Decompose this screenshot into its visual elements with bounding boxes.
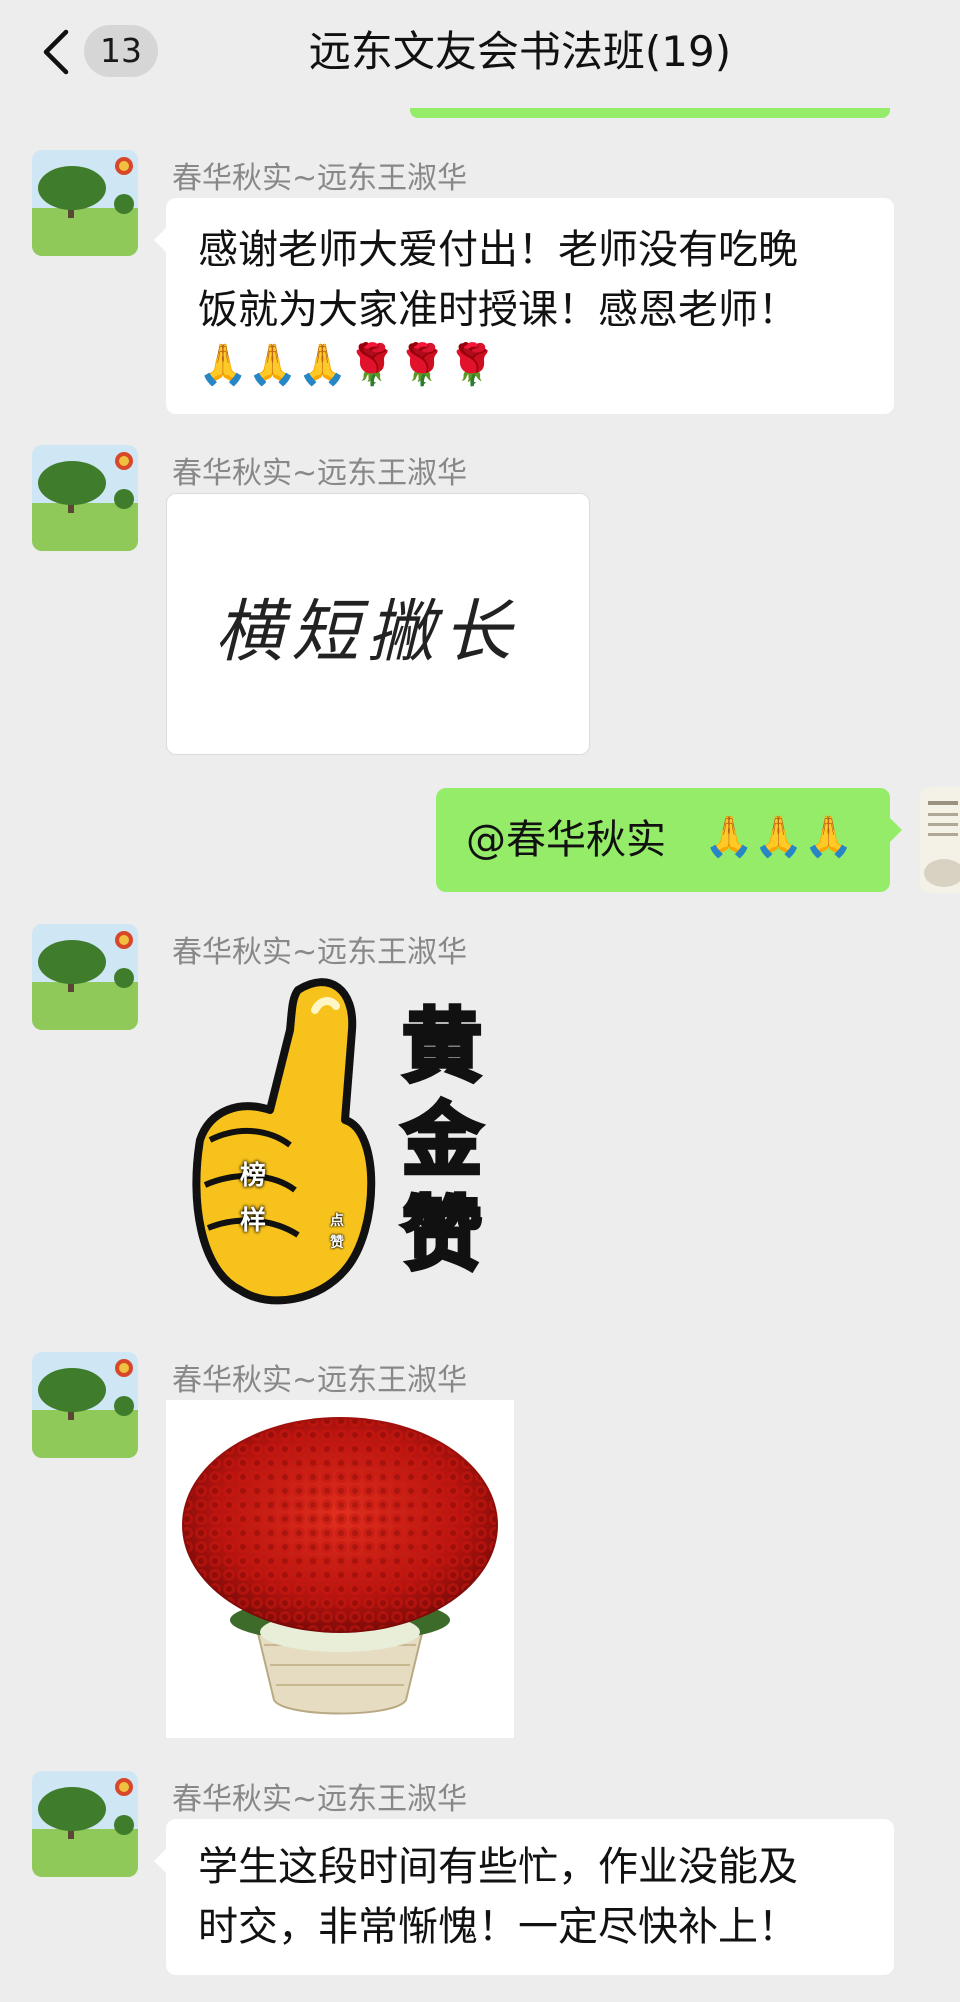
chat-header: 13 远东文友会书法班(19) xyxy=(0,0,960,108)
message-bubble[interactable]: 学生这段时间有些忙，作业没能及 时交，非常惭愧！一定尽快补上！ xyxy=(154,1819,894,1975)
sticker-message[interactable]: 榜 样 点 赞 黄 金 赞 xyxy=(180,970,510,1325)
emoji-row: 🙏🙏🙏 xyxy=(704,814,854,860)
sticker-small-char: 赞 xyxy=(330,1235,344,1251)
sticker-small-char: 点 xyxy=(330,1213,344,1229)
sender-name: 春华秋实~远东王淑华 xyxy=(172,1782,468,1817)
chat-title[interactable]: 远东文友会书法班(19) xyxy=(200,22,840,82)
emoji-row: 🙏🙏🙏🌹🌹🌹 xyxy=(198,342,497,388)
previous-message-bubble[interactable] xyxy=(410,108,890,118)
unread-count-badge[interactable]: 13 xyxy=(84,25,158,77)
self-avatar[interactable] xyxy=(920,787,960,893)
avatar[interactable] xyxy=(32,924,138,1030)
message-text: @春华秋实 xyxy=(466,817,679,863)
image-message[interactable] xyxy=(166,1400,514,1738)
message-text: 感谢老师大爱付出！老师没有吃晚 饭就为大家准时授课！感恩老师！ xyxy=(198,227,798,333)
avatar[interactable] xyxy=(32,150,138,256)
avatar[interactable] xyxy=(32,1352,138,1458)
message-text: 学生这段时间有些忙，作业没能及 时交，非常惭愧！一定尽快补上！ xyxy=(198,1844,798,1950)
message-bubble[interactable]: 感谢老师大爱付出！老师没有吃晚 饭就为大家准时授课！感恩老师！ 🙏🙏🙏🌹🌹🌹 xyxy=(154,198,894,414)
avatar[interactable] xyxy=(32,1771,138,1877)
sender-name: 春华秋实~远东王淑华 xyxy=(172,456,468,491)
sender-name: 春华秋实~远东王淑华 xyxy=(172,161,468,196)
sticker-main-char: 金 xyxy=(400,1092,484,1189)
sticker-main-char: 赞 xyxy=(400,1186,484,1283)
handwriting-text: 横短撇长 xyxy=(215,593,520,672)
sender-name: 春华秋实~远东王淑华 xyxy=(172,935,468,970)
sticker-left-char: 榜 xyxy=(240,1161,267,1191)
sender-name: 春华秋实~远东王淑华 xyxy=(172,1363,468,1398)
rose-bouquet-image xyxy=(182,1417,498,1715)
image-message[interactable]: 横短撇长 xyxy=(166,493,590,755)
self-message-bubble[interactable]: @春华秋实 🙏🙏🙏 xyxy=(436,788,902,892)
avatar[interactable] xyxy=(32,445,138,551)
chevron-left-icon xyxy=(43,29,69,75)
sticker-left-char: 样 xyxy=(240,1206,267,1236)
sticker-main-char: 黄 xyxy=(400,998,484,1095)
